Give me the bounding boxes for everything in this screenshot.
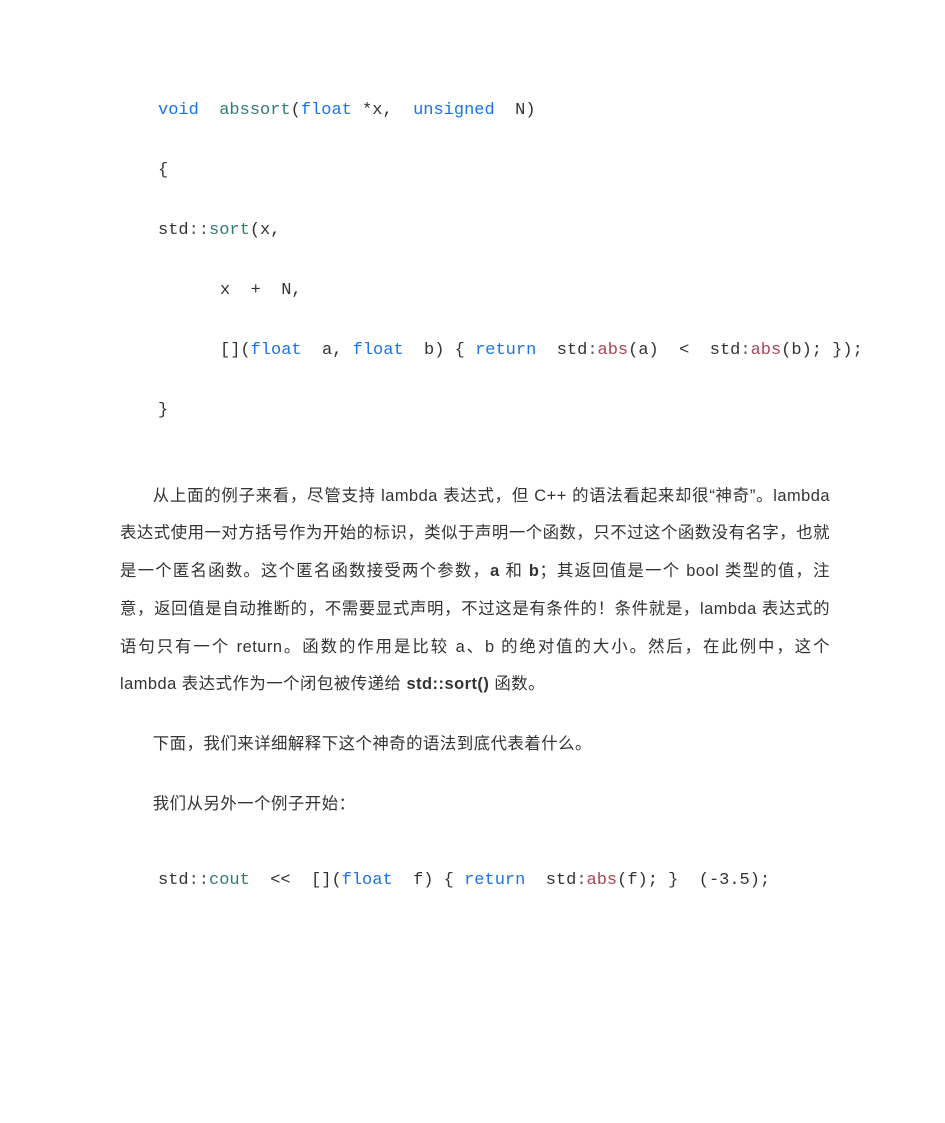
space [199,101,219,120]
function-name: abs [587,871,618,890]
code-line: } [120,400,830,423]
namespace: std [546,871,577,890]
text: 下面，我们来详细解释下这个神奇的语法到底代表着什么。 [153,735,592,753]
code-line: void abssort(float *x, unsigned N) [120,100,830,123]
code-block-2: std::cout << [](float f) { return std:ab… [120,869,830,893]
paren-open: ( [331,871,341,890]
code-line: std::sort(x, [120,220,830,243]
lambda-capture: [] [220,341,240,360]
arg: *x, [352,101,413,120]
scope-op: :: [189,221,209,240]
rest: (a) < [628,341,710,360]
code-line: std::cout << [](float f) { return std:ab… [158,869,830,893]
paren-close: ) [525,101,535,120]
type-float: float [251,341,302,360]
text: 函数。 [489,675,545,693]
bold-sort: std::sort() [406,675,489,693]
function-name: sort [209,221,250,240]
stream-op: << [250,871,311,890]
keyword-return: return [475,341,536,360]
brace-block: ) { [434,341,475,360]
rest: (f); } (-3.5); [617,871,770,890]
text: 和 [500,562,529,580]
namespace: std [557,341,588,360]
bold-a: a [490,562,500,580]
scope-op: :: [189,871,209,890]
paragraph-1: 从上面的例子来看，尽管支持 lambda 表达式，但 C++ 的语法看起来却很“… [120,478,830,704]
space [536,341,556,360]
code-block-1: void abssort(float *x, unsigned N) { std… [120,100,830,423]
arg: a, [302,341,353,360]
text: 我们从另外一个例子开始： [153,795,356,813]
brace-close: } [158,401,168,420]
brace-block: ) { [423,871,464,890]
paragraph-2: 下面，我们来详细解释下这个神奇的语法到底代表着什么。 [120,726,830,764]
code-line: { [120,160,830,183]
paren-open: ( [291,101,301,120]
keyword-void: void [158,101,199,120]
function-name: abs [751,341,782,360]
space [525,871,545,890]
keyword-return: return [464,871,525,890]
brace-open: { [158,161,168,180]
arg: b [404,341,435,360]
function-name: cout [209,871,250,890]
lambda-capture: [] [311,871,331,890]
type-float: float [353,341,404,360]
scope-op: : [740,341,750,360]
text: ；其返回值是一个 bool 类型的值，注意，返回值是自动推断的，不需要显式声明，… [120,562,830,693]
paren-open: ( [240,341,250,360]
rest: (b); }); [781,341,863,360]
namespace: std [710,341,741,360]
code-line: x + N, [120,280,830,303]
function-name: abs [598,341,629,360]
prose-section: 从上面的例子来看，尽管支持 lambda 表达式，但 C++ 的语法看起来却很“… [120,478,830,824]
code-line: [](float a, float b) { return std:abs(a)… [120,340,830,363]
scope-op: : [576,871,586,890]
namespace: std [158,871,189,890]
arg: f [393,871,424,890]
rest: (x, [250,221,281,240]
scope-op: : [587,341,597,360]
type-unsigned: unsigned [413,101,495,120]
function-name: abssort [219,101,290,120]
expr: x + N, [220,281,302,300]
namespace: std [158,221,189,240]
paragraph-3: 我们从另外一个例子开始： [120,786,830,824]
arg: N [495,101,526,120]
type-float: float [342,871,393,890]
bold-b: b [529,562,540,580]
document-page: void abssort(float *x, unsigned N) { std… [0,0,945,932]
type-float: float [301,101,352,120]
